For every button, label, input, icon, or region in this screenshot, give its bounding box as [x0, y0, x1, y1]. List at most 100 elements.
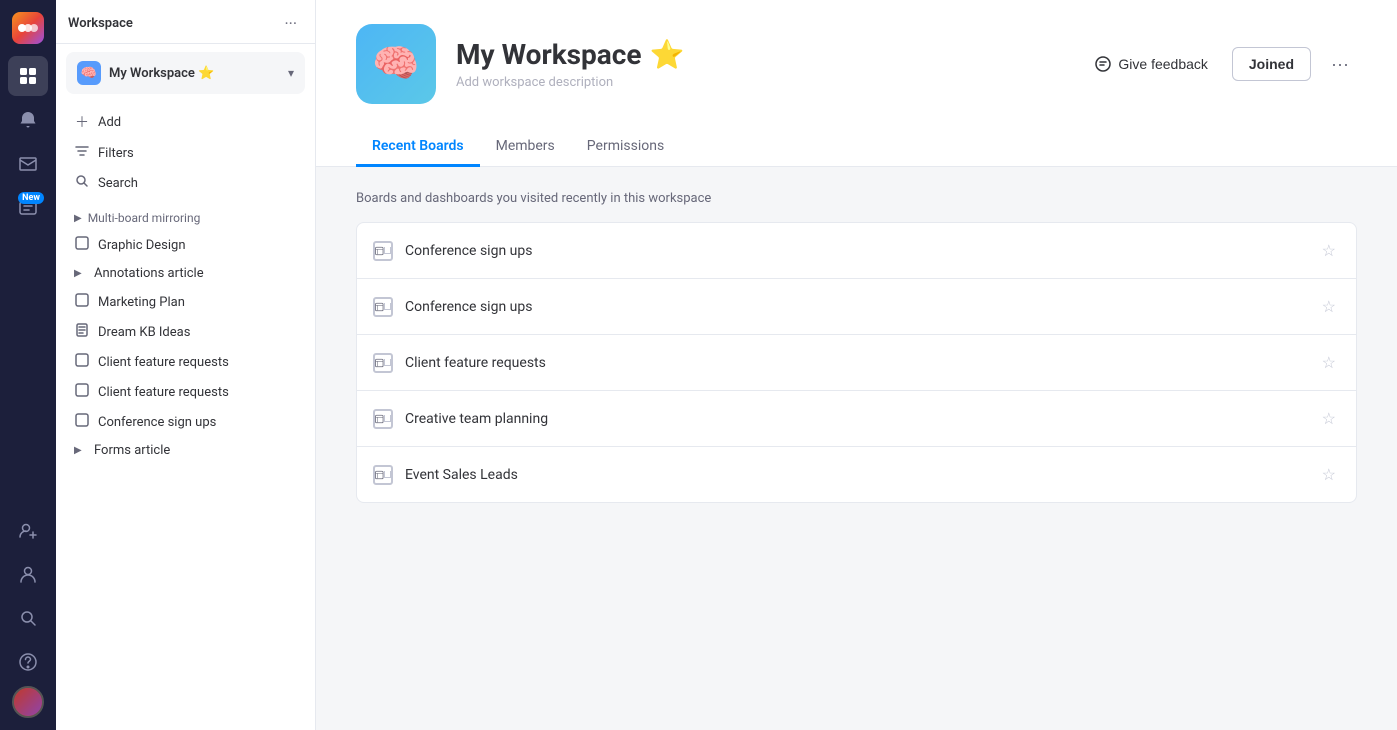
sidebar-filters-button[interactable]: Filters	[64, 138, 307, 168]
board-item[interactable]: Client feature requests ☆	[357, 335, 1356, 391]
sidebar-filters-label: Filters	[98, 146, 134, 161]
board-item[interactable]: Creative team planning ☆	[357, 391, 1356, 447]
sidebar-item-multi-board[interactable]: ▶ Multi-board mirroring	[64, 206, 307, 230]
sidebar-item-annotations-article[interactable]: ▶ Annotations article	[64, 260, 307, 287]
sidebar-header: Workspace ···	[56, 0, 315, 44]
sidebar-item-label: Forms article	[94, 443, 170, 458]
board-icon	[74, 413, 90, 431]
workspace-description[interactable]: Add workspace description	[456, 75, 1062, 90]
app-logo[interactable]	[12, 12, 44, 44]
board-icon	[74, 293, 90, 311]
user-avatar[interactable]	[12, 686, 44, 718]
new-badge: New	[18, 192, 44, 204]
nav-home[interactable]	[8, 56, 48, 96]
workspace-info: My Workspace ⭐ Add workspace description	[456, 38, 1062, 90]
sidebar-item-label: Client feature requests	[98, 355, 229, 370]
board-star-button[interactable]: ☆	[1318, 237, 1340, 264]
sidebar-item-graphic-design[interactable]: Graphic Design	[64, 230, 307, 260]
sidebar-item-label: Client feature requests	[98, 385, 229, 400]
sidebar-add-button[interactable]: ＋ Add	[64, 106, 307, 138]
nav-people[interactable]	[8, 554, 48, 594]
sidebar-nav: ▶ Multi-board mirroring Graphic Design ▶…	[56, 202, 315, 730]
board-icon	[74, 236, 90, 254]
board-item[interactable]: Conference sign ups ☆	[357, 223, 1356, 279]
expand-icon: ▶	[74, 445, 86, 456]
sidebar-item-forms-article[interactable]: ▶ Forms article	[64, 437, 307, 464]
sidebar-item-label: Marketing Plan	[98, 295, 185, 310]
tab-members[interactable]: Members	[480, 128, 571, 167]
sidebar-item-dream-kb-ideas[interactable]: Dream KB Ideas	[64, 317, 307, 347]
board-type-icon	[373, 409, 393, 429]
board-item[interactable]: Conference sign ups ☆	[357, 279, 1356, 335]
sidebar-item-label: Conference sign ups	[98, 415, 216, 430]
workspace-selector[interactable]: 🧠 My Workspace ⭐ ▾	[66, 52, 305, 94]
main-content: 🧠 My Workspace ⭐ Add workspace descripti…	[316, 0, 1397, 730]
workspace-header: 🧠 My Workspace ⭐ Add workspace descripti…	[316, 0, 1397, 167]
workspace-title: My Workspace ⭐	[456, 38, 1062, 71]
board-name: Creative team planning	[405, 411, 1306, 427]
recent-boards-subtitle: Boards and dashboards you visited recent…	[356, 191, 1357, 206]
board-icon	[74, 353, 90, 371]
board-type-icon	[373, 241, 393, 261]
board-icon	[74, 383, 90, 401]
board-type-icon	[373, 297, 393, 317]
expand-icon: ▶	[74, 213, 82, 224]
sidebar: Workspace ··· 🧠 My Workspace ⭐ ▾ ＋ Add F…	[56, 0, 316, 730]
workspace-title-emoji: ⭐	[650, 38, 685, 71]
nav-new[interactable]: New	[8, 188, 48, 228]
search-icon	[74, 174, 90, 192]
board-star-button[interactable]: ☆	[1318, 293, 1340, 320]
nav-invite[interactable]	[8, 510, 48, 550]
workspace-selector-icon: 🧠	[77, 61, 101, 85]
sidebar-search-button[interactable]: Search	[64, 168, 307, 198]
sidebar-search-label: Search	[98, 176, 138, 191]
board-star-button[interactable]: ☆	[1318, 349, 1340, 376]
give-feedback-label: Give feedback	[1118, 56, 1208, 72]
filters-icon	[74, 144, 90, 162]
sidebar-actions: ＋ Add Filters Search	[56, 102, 315, 202]
sidebar-item-label: Graphic Design	[98, 238, 186, 253]
joined-button[interactable]: Joined	[1232, 47, 1311, 81]
sidebar-header-title: Workspace	[68, 16, 133, 31]
tab-recent-boards[interactable]: Recent Boards	[356, 128, 480, 167]
sidebar-item-conference-sign-ups[interactable]: Conference sign ups	[64, 407, 307, 437]
workspace-more-button[interactable]: ···	[1323, 48, 1357, 81]
tab-permissions[interactable]: Permissions	[571, 128, 680, 167]
board-item[interactable]: Event Sales Leads ☆	[357, 447, 1356, 502]
avatar-image	[14, 688, 42, 716]
board-name: Conference sign ups	[405, 243, 1306, 259]
board-name: Event Sales Leads	[405, 467, 1306, 483]
board-name: Conference sign ups	[405, 299, 1306, 315]
icon-bar: New	[0, 0, 56, 730]
board-type-icon	[373, 353, 393, 373]
sidebar-section-label: Multi-board mirroring	[88, 211, 201, 225]
workspace-selector-name: My Workspace ⭐	[109, 66, 280, 81]
board-star-button[interactable]: ☆	[1318, 405, 1340, 432]
give-feedback-button[interactable]: Give feedback	[1082, 47, 1220, 81]
boards-list: Conference sign ups ☆ Conference sign up…	[356, 222, 1357, 503]
sidebar-item-client-feature-requests-1[interactable]: Client feature requests	[64, 347, 307, 377]
sidebar-item-label: Annotations article	[94, 266, 204, 281]
feedback-icon	[1094, 55, 1112, 73]
content-area: Boards and dashboards you visited recent…	[316, 167, 1397, 730]
board-type-icon	[373, 465, 393, 485]
sidebar-add-label: Add	[98, 115, 121, 130]
board-name: Client feature requests	[405, 355, 1306, 371]
expand-icon: ▶	[74, 268, 86, 279]
board-star-button[interactable]: ☆	[1318, 461, 1340, 488]
workspace-selector-chevron: ▾	[288, 66, 294, 80]
sidebar-item-client-feature-requests-2[interactable]: Client feature requests	[64, 377, 307, 407]
add-icon: ＋	[74, 112, 90, 132]
workspace-tabs: Recent Boards Members Permissions	[356, 128, 1357, 166]
nav-notifications[interactable]	[8, 100, 48, 140]
sidebar-item-marketing-plan[interactable]: Marketing Plan	[64, 287, 307, 317]
workspace-title-text: My Workspace	[456, 38, 642, 71]
sidebar-more-button[interactable]: ···	[278, 12, 303, 35]
workspace-header-top: 🧠 My Workspace ⭐ Add workspace descripti…	[356, 24, 1357, 120]
nav-inbox[interactable]	[8, 144, 48, 184]
doc-icon	[74, 323, 90, 341]
nav-search[interactable]	[8, 598, 48, 638]
nav-help[interactable]	[8, 642, 48, 682]
sidebar-item-label: Dream KB Ideas	[98, 325, 190, 340]
workspace-actions: Give feedback Joined ···	[1082, 47, 1357, 81]
